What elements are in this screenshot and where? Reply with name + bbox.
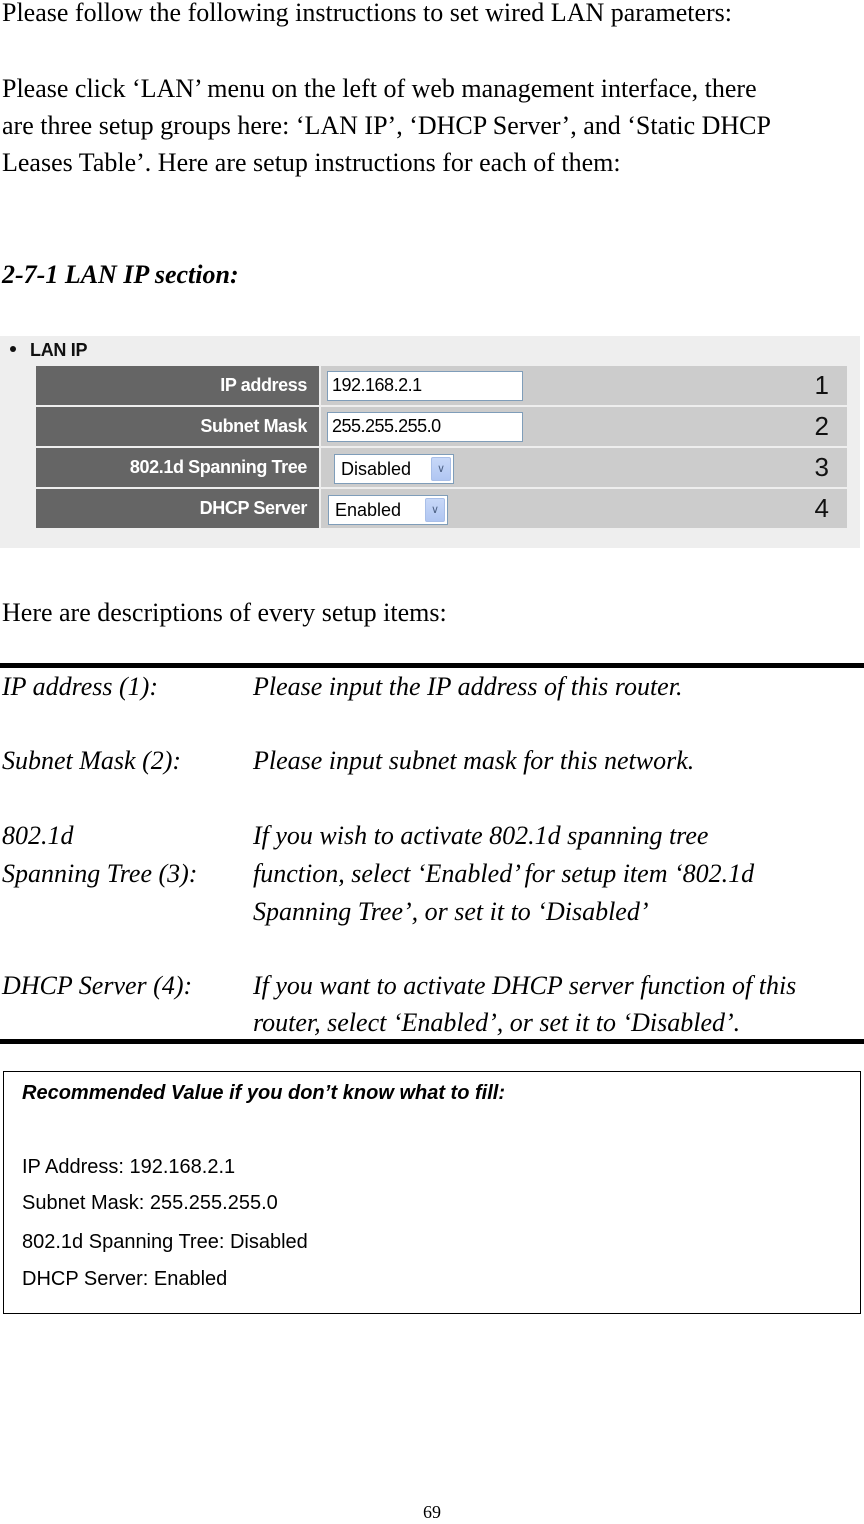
dhcp-server-label: DHCP Server: [36, 489, 319, 528]
page-number: 69: [423, 1502, 441, 1522]
term-ip-address: IP address (1):: [2, 672, 158, 701]
definition-dhcp-server-line1: If you want to activate DHCP server func…: [253, 971, 797, 1000]
ip-address-cell: 192.168.2.1 1: [321, 366, 847, 405]
subnet-mask-cell: 255.255.255.0 2: [321, 407, 847, 446]
chevron-down-icon[interactable]: ∨: [425, 498, 445, 522]
term-subnet-mask: Subnet Mask (2):: [2, 746, 182, 775]
definition-spanning-tree-line1: If you wish to activate 802.1d spanning …: [253, 821, 709, 850]
marker-2: 2: [814, 411, 829, 441]
definition-spanning-tree-line3: Spanning Tree’, or set it to ‘Disabled’: [253, 897, 649, 926]
recommended-ip: IP Address: 192.168.2.1: [22, 1156, 236, 1178]
dhcp-server-select[interactable]: Enabled ∨: [328, 495, 448, 525]
spanning-tree-label: 802.1d Spanning Tree: [36, 448, 319, 487]
ip-address-input[interactable]: 192.168.2.1: [327, 371, 523, 401]
spanning-tree-select[interactable]: Disabled ∨: [334, 454, 454, 484]
lan-ip-title-text: LAN IP: [30, 340, 88, 360]
subnet-mask-input[interactable]: 255.255.255.0: [327, 412, 523, 442]
term-dhcp-server: DHCP Server (4):: [2, 971, 193, 1000]
spanning-tree-cell: Disabled ∨ 3: [321, 448, 847, 487]
intro-text: Please follow the following instructions…: [2, 0, 733, 27]
recommended-values-box: Recommended Value if you don’t know what…: [3, 1071, 861, 1314]
ip-address-row: IP address 192.168.2.1 1: [36, 366, 847, 405]
intro-line: Please click ‘LAN’ menu on the left of w…: [2, 74, 757, 103]
subnet-mask-row: Subnet Mask 255.255.255.0 2: [36, 407, 847, 446]
items-intro: Here are descriptions of every setup ite…: [2, 598, 447, 627]
lan-ip-title: LAN IP: [10, 340, 88, 361]
marker-1: 1: [814, 370, 829, 400]
term-spanning-tree-line2: Spanning Tree (3):: [2, 859, 198, 888]
lan-ip-screenshot: LAN IP IP address 192.168.2.1 1 Subnet M…: [0, 336, 860, 548]
dhcp-server-row: DHCP Server Enabled ∨ 4: [36, 489, 847, 528]
dhcp-server-value: Enabled: [335, 500, 402, 520]
marker-3: 3: [814, 452, 829, 482]
definition-spanning-tree-line2: function, select ‘Enabled’ for setup ite…: [253, 859, 755, 888]
section-heading: 2-7-1 LAN IP section:: [2, 260, 239, 289]
table-bottom-rule: [0, 1039, 864, 1044]
intro-line: Leases Table’. Here are setup instructio…: [2, 148, 621, 177]
ip-address-label: IP address: [36, 366, 319, 405]
marker-4: 4: [814, 493, 829, 523]
spanning-tree-row: 802.1d Spanning Tree Disabled ∨ 3: [36, 448, 847, 487]
definition-dhcp-server-line2: router, select ‘Enabled’, or set it to ‘…: [253, 1008, 741, 1037]
chevron-down-icon[interactable]: ∨: [431, 457, 451, 481]
recommended-title: Recommended Value if you don’t know what…: [22, 1082, 505, 1104]
subnet-mask-label: Subnet Mask: [36, 407, 319, 446]
recommended-dhcp: DHCP Server: Enabled: [22, 1268, 228, 1290]
spanning-tree-value: Disabled: [341, 459, 412, 479]
term-spanning-tree-line1: 802.1d: [2, 821, 74, 850]
bullet-icon: [10, 346, 16, 353]
recommended-subnet: Subnet Mask: 255.255.255.0: [22, 1192, 278, 1214]
recommended-spanning-tree: 802.1d Spanning Tree: Disabled: [22, 1231, 308, 1253]
dhcp-server-cell: Enabled ∨ 4: [321, 489, 847, 528]
intro-paragraph: Please click ‘LAN’ menu on the left of w…: [2, 70, 771, 181]
definition-subnet-mask: Please input subnet mask for this networ…: [253, 746, 695, 775]
intro-line: are three setup groups here: ‘LAN IP’, ‘…: [2, 111, 771, 140]
definition-ip-address: Please input the IP address of this rout…: [253, 672, 683, 701]
